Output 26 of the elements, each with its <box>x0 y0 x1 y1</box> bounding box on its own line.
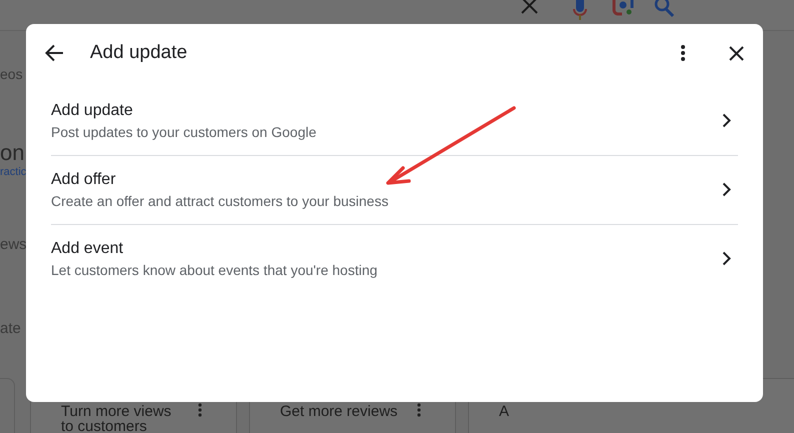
microphone-icon[interactable] <box>572 0 588 20</box>
option-item[interactable]: Add offer Create an offer and attract customers to your business <box>26 156 738 224</box>
close-icon[interactable] <box>729 46 744 60</box>
more-options-icon[interactable] <box>681 45 685 61</box>
back-arrow-icon[interactable] <box>44 44 64 62</box>
card-title: A <box>499 404 510 419</box>
option-item[interactable]: Add update Post updates to your customers on Google <box>26 87 738 155</box>
option-item[interactable]: Add event Let customers know about events that you're hosting <box>26 225 738 293</box>
card-title: Turn more views <box>61 404 172 419</box>
text-fragment: ractic <box>0 166 26 178</box>
text-fragment: on <box>0 140 24 166</box>
option-title: Add offer <box>51 170 117 188</box>
clear-icon[interactable] <box>521 0 538 14</box>
option-description: Let customers know about events that you're hosting <box>51 262 378 278</box>
chevron-right-icon <box>722 251 731 266</box>
option-description: Post updates to your customers on Google <box>51 124 318 140</box>
card-title: Get more reviews <box>280 404 398 419</box>
camera-lens-icon[interactable] <box>612 0 634 18</box>
option-description: Create an offer and attract customers to your business <box>51 192 390 210</box>
chevron-right-icon <box>722 113 731 128</box>
dialog-title: Add update <box>90 42 188 64</box>
option-title: Add update <box>51 100 134 120</box>
option-title: Add event <box>51 238 124 258</box>
search-icon[interactable] <box>654 0 674 18</box>
card-title: to customers <box>61 419 148 433</box>
chevron-right-icon <box>722 182 731 197</box>
